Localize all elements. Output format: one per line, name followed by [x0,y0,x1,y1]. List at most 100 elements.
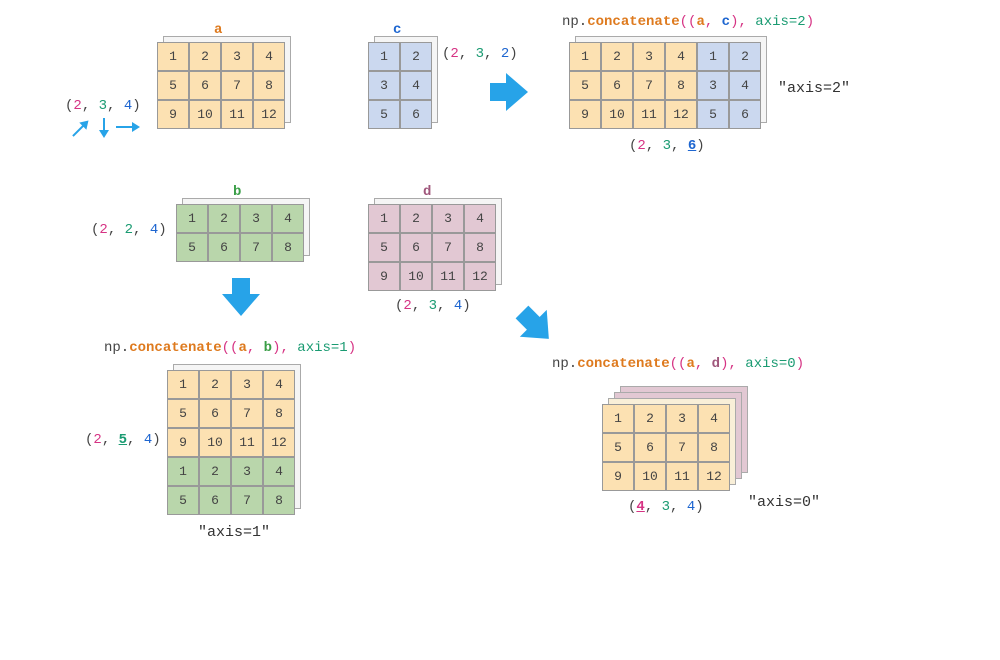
code-axis1: np.concatenate((a, b), axis=1) [104,340,356,356]
cell: 10 [634,462,666,491]
array-b-shape: (2, 2, 4) [91,222,167,238]
cell: 4 [263,370,295,399]
array-a-grid: 1234 5678 9101112 [157,42,285,129]
code-axis0: np.concatenate((a, d), axis=0) [552,356,804,372]
axis0-direction-icon [72,121,88,137]
cell: 11 [221,100,253,129]
cell: 3 [368,71,400,100]
cell: 2 [400,42,432,71]
cell: 1 [167,457,199,486]
cell: 3 [231,370,263,399]
cell: 12 [698,462,730,491]
cell: 3 [240,204,272,233]
cell: 1 [368,42,400,71]
cell: 4 [400,71,432,100]
array-d-label: d [423,184,431,200]
cell: 3 [221,42,253,71]
cell: 1 [368,204,400,233]
cell: 5 [697,100,729,129]
cell: 5 [368,233,400,262]
cell: 12 [464,262,496,291]
cell: 5 [569,71,601,100]
result-axis0-shape: (4, 3, 4) [628,499,704,515]
cell: 1 [167,370,199,399]
cell: 6 [208,233,240,262]
cell: 5 [167,399,199,428]
array-a-label: a [214,22,222,38]
result-axis2-grid: 123412 567834 910111256 [569,42,761,129]
cell: 11 [633,100,665,129]
cell: 5 [602,433,634,462]
cell: 12 [665,100,697,129]
cell: 1 [569,42,601,71]
cell: 11 [432,262,464,291]
cell: 10 [189,100,221,129]
cell: 6 [199,486,231,515]
cell: 5 [157,71,189,100]
cell: 6 [634,433,666,462]
result-axis2-shape: (2, 3, 6) [629,138,705,154]
cell: 1 [602,404,634,433]
result-axis0-grid: 1234 5678 9101112 [602,404,730,491]
array-c-label: c [393,22,401,38]
cell: 4 [464,204,496,233]
cell: 4 [253,42,285,71]
cell: 10 [400,262,432,291]
cell: 2 [601,42,633,71]
cell: 9 [602,462,634,491]
array-d-shape: (2, 3, 4) [395,298,471,314]
cell: 2 [199,370,231,399]
cell: 8 [665,71,697,100]
array-a-shape: (2, 3, 4) [65,98,141,114]
cell: 11 [231,428,263,457]
axis1-text: "axis=1" [198,524,270,541]
cell: 7 [633,71,665,100]
cell: 7 [221,71,253,100]
cell: 4 [729,71,761,100]
cell: 2 [729,42,761,71]
cell: 8 [698,433,730,462]
code-axis2: np.concatenate((a, c), axis=2) [562,14,814,30]
cell: 3 [633,42,665,71]
cell: 12 [253,100,285,129]
cell: 1 [157,42,189,71]
cell: 7 [666,433,698,462]
cell: 7 [231,486,263,515]
cell: 10 [199,428,231,457]
cell: 12 [263,428,295,457]
cell: 8 [464,233,496,262]
cell: 3 [666,404,698,433]
cell: 6 [400,233,432,262]
cell: 8 [272,233,304,262]
cell: 8 [263,486,295,515]
cell: 9 [157,100,189,129]
axis1-direction-icon [103,118,105,132]
cell: 5 [368,100,400,129]
cell: 6 [189,71,221,100]
axis0-text: "axis=0" [748,494,820,511]
cell: 10 [601,100,633,129]
array-c-grid: 12 34 56 [368,42,432,129]
cell: 4 [665,42,697,71]
cell: 7 [240,233,272,262]
cell: 7 [231,399,263,428]
cell: 9 [368,262,400,291]
cell: 4 [263,457,295,486]
cell: 6 [400,100,432,129]
cell: 8 [263,399,295,428]
cell: 8 [253,71,285,100]
cell: 7 [432,233,464,262]
cell: 6 [729,100,761,129]
array-b-grid: 1234 5678 [176,204,304,262]
cell: 5 [176,233,208,262]
result-axis1-shape: (2, 5, 4) [85,432,161,448]
cell: 4 [698,404,730,433]
array-b-label: b [233,184,241,200]
cell: 2 [208,204,240,233]
array-c-shape: (2, 3, 2) [442,46,518,62]
cell: 6 [601,71,633,100]
cell: 9 [167,428,199,457]
cell: 3 [697,71,729,100]
result-axis1-grid: 1234 5678 9101112 1234 5678 [167,370,295,515]
cell: 2 [199,457,231,486]
